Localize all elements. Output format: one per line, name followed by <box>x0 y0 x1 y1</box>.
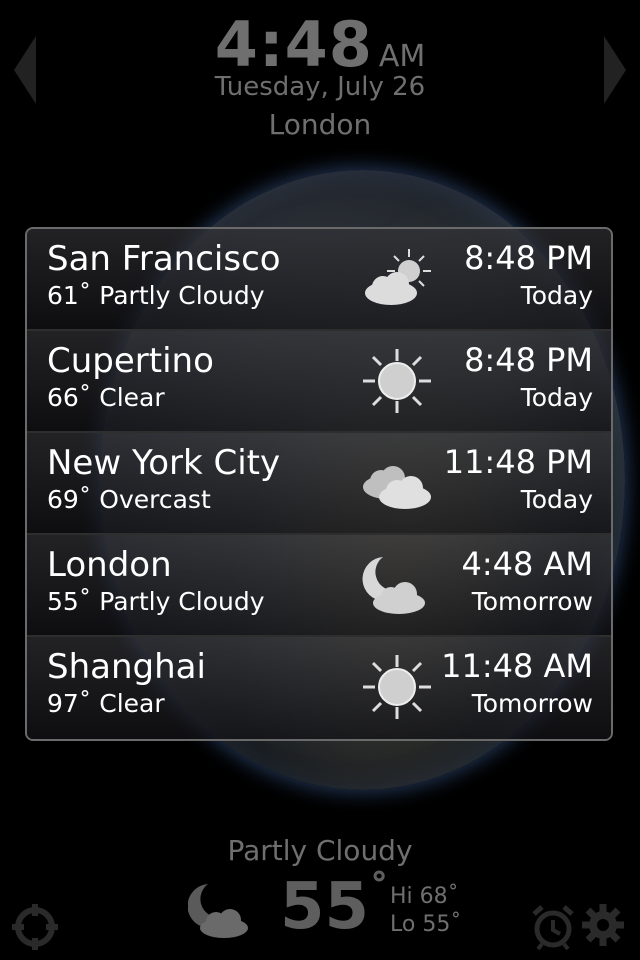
high-temperature: Hi 68˚ <box>390 884 459 909</box>
city-name: Cupertino <box>47 341 214 381</box>
moon-cloud-icon <box>188 884 248 938</box>
city-day: Tomorrow <box>471 689 593 718</box>
date-label: Tuesday, July 26 <box>214 72 426 102</box>
city-name: Shanghai <box>47 647 206 687</box>
city-condition-text: Partly Cloudy <box>99 587 265 616</box>
city-temp: 66˚ <box>47 383 92 412</box>
city-local-time: 8:48 PM <box>464 341 593 379</box>
alarm-clock-icon[interactable] <box>530 904 576 950</box>
city-name: London <box>47 545 172 585</box>
city-list: San Francisco 61˚ Partly Cloudy 8:48 PM … <box>25 227 613 741</box>
sun-icon <box>363 655 431 719</box>
current-temp-degree: ˚ <box>369 870 390 916</box>
sun-cloud-icon <box>365 249 431 305</box>
city-temp: 97˚ <box>47 689 92 718</box>
moon-cloud-icon <box>362 557 425 614</box>
current-city-label: London <box>268 108 372 141</box>
current-condition: Partly Cloudy <box>227 834 413 867</box>
city-name: San Francisco <box>47 239 281 279</box>
city-condition: 97˚ Clear <box>47 689 165 718</box>
city-local-time: 8:48 PM <box>464 239 593 277</box>
city-row[interactable]: Cupertino 66˚ Clear 8:48 PM Today <box>27 331 611 433</box>
clouds-icon <box>363 466 431 509</box>
city-condition: 55˚ Partly Cloudy <box>47 587 265 616</box>
city-local-time: 11:48 PM <box>443 443 593 481</box>
clock: 4:48 AM <box>0 8 640 81</box>
city-name: New York City <box>47 443 281 483</box>
gear-icon[interactable] <box>580 902 626 948</box>
sun-icon <box>363 349 431 413</box>
city-condition-text: Clear <box>99 689 165 718</box>
city-local-time: 4:48 AM <box>461 545 593 583</box>
city-condition-text: Partly Cloudy <box>99 281 265 310</box>
city-row[interactable]: Shanghai 97˚ Clear 11:48 AM Tomorrow <box>27 637 611 739</box>
city-condition-text: Overcast <box>99 485 211 514</box>
city-row[interactable]: New York City 69˚ Overcast 11:48 PM Toda… <box>27 433 611 535</box>
city-condition-text: Clear <box>99 383 165 412</box>
clock-ampm: AM <box>378 39 426 74</box>
city-day: Today <box>520 485 593 514</box>
city-condition: 66˚ Clear <box>47 383 165 412</box>
city-temp: 69˚ <box>47 485 92 514</box>
low-temperature: Lo 55˚ <box>390 912 462 937</box>
clock-time: 4:48 <box>214 8 373 81</box>
city-day: Today <box>520 281 593 310</box>
city-local-time: 11:48 AM <box>441 647 593 685</box>
city-condition: 69˚ Overcast <box>47 485 211 514</box>
city-day: Today <box>520 383 593 412</box>
city-day: Tomorrow <box>471 587 593 616</box>
city-temp: 55˚ <box>47 587 92 616</box>
city-condition: 61˚ Partly Cloudy <box>47 281 265 310</box>
city-row[interactable]: London 55˚ Partly Cloudy 4:48 AM Tomorro… <box>27 535 611 637</box>
current-temperature: 55˚ <box>280 870 389 944</box>
location-target-icon[interactable] <box>12 904 58 950</box>
current-temp-value: 55 <box>280 870 370 944</box>
city-temp: 61˚ <box>47 281 92 310</box>
city-row[interactable]: San Francisco 61˚ Partly Cloudy 8:48 PM … <box>27 229 611 331</box>
